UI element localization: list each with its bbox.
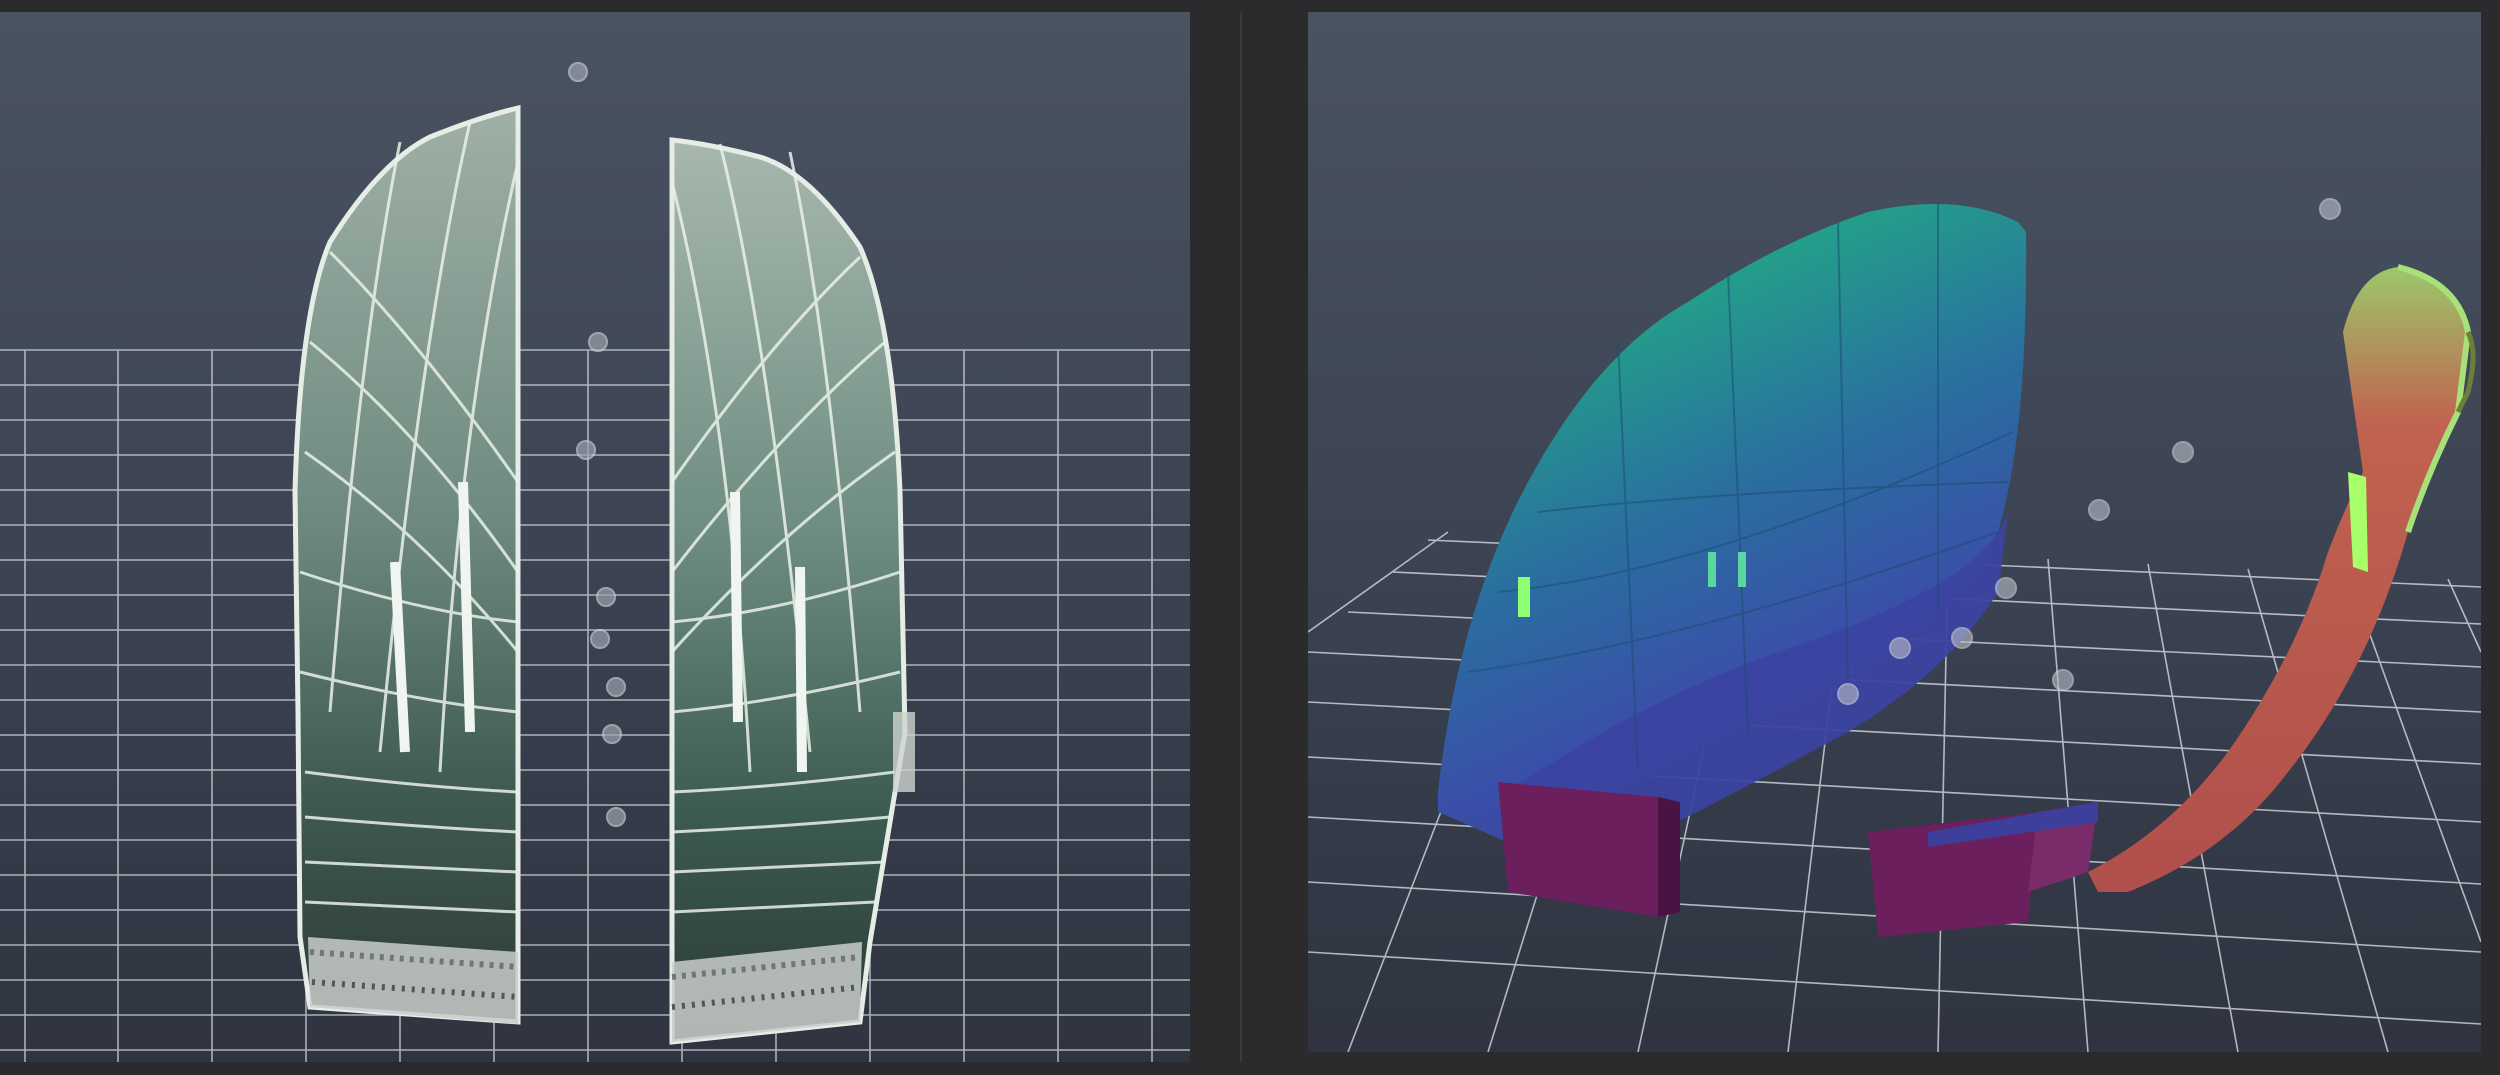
scan-station-marker-icon [2172,441,2194,463]
left-3d-viewport[interactable] [0,12,1190,1062]
bulkhead-left[interactable] [1498,782,1658,917]
scan-station-marker-icon [1889,637,1911,659]
left-viewport-canvas[interactable] [0,12,1190,1062]
right-viewport-canvas[interactable] [1308,12,2481,1052]
viewport-separator [1190,0,1308,1075]
scan-station-marker-icon [2088,499,2110,521]
application-frame [0,0,2500,1075]
scan-station-marker-icon [590,629,610,649]
scan-station-marker-icon [1995,577,2017,599]
scan-station-marker-icon [588,332,608,352]
hull-point-cloud-left-half[interactable] [292,104,521,1025]
floor-grid [0,349,1190,1062]
hull-point-cloud-right-half[interactable] [669,137,915,1045]
scan-station-marker-icon [2319,198,2341,220]
right-3d-viewport[interactable] [1308,12,2481,1052]
mesh-opening [1518,577,1530,617]
scan-station-markers [568,62,626,827]
scan-station-marker-icon [2052,669,2074,691]
viewport-divider-line [1240,12,1242,1062]
scan-station-marker-icon [606,807,626,827]
scan-station-marker-icon [576,440,596,460]
scan-station-marker-icon [606,677,626,697]
scan-station-marker-icon [596,587,616,607]
scan-station-marker-icon [568,62,588,82]
mesh-opening [1708,552,1716,587]
mesh-opening [1738,552,1746,587]
scan-station-marker-icon [1951,627,1973,649]
scan-station-marker-icon [602,724,622,744]
scan-station-marker-icon [1837,683,1859,705]
hull-mesh-model[interactable] [1438,202,2027,917]
